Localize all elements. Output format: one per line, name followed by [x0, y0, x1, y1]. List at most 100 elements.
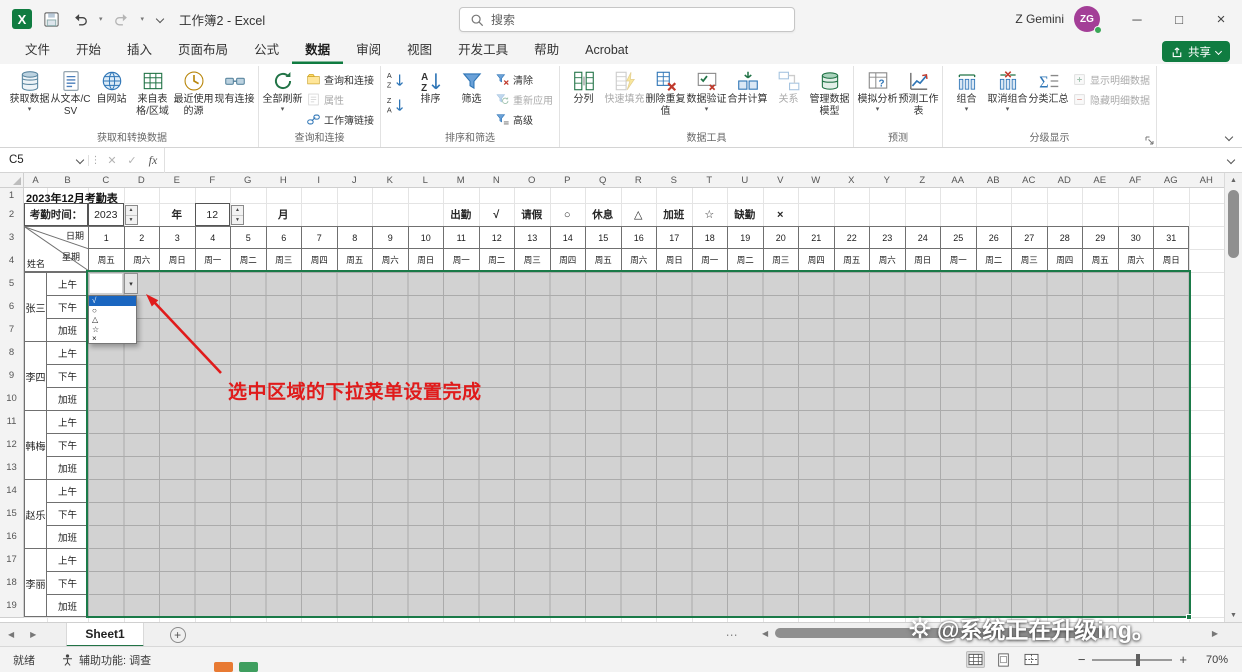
dropdown-option-2[interactable]: ○ [89, 306, 136, 316]
column-header-AB[interactable]: AB [975, 173, 1012, 188]
cell-date-13[interactable]: 13 [515, 227, 551, 249]
cell-shift-11[interactable]: 上午 [47, 411, 87, 434]
cell-weekday-7[interactable]: 周四 [302, 249, 338, 271]
existing-connections-button[interactable]: 现有连接 [214, 66, 255, 106]
workbook-links-button[interactable]: 工作簿链接 [303, 109, 377, 129]
cell-shift-6[interactable]: 下午 [47, 296, 87, 319]
name-box[interactable]: C5 [0, 148, 72, 173]
year-spinner[interactable]: ▲ ▼ [124, 204, 138, 225]
row-header-6[interactable]: 6 [0, 295, 24, 319]
name-box-dropdown-icon[interactable] [72, 155, 88, 165]
cell-date-30[interactable]: 30 [1118, 227, 1154, 249]
dropdown-option-4[interactable]: ☆ [89, 325, 136, 335]
cell-weekday-10[interactable]: 周日 [409, 249, 444, 271]
tab-view[interactable]: 视图 [394, 38, 445, 64]
cell-date-3[interactable]: 3 [160, 227, 196, 249]
column-header-K[interactable]: K [372, 173, 409, 188]
tab-review[interactable]: 审阅 [343, 38, 394, 64]
cell-weekday-16[interactable]: 周六 [622, 249, 657, 271]
cell-date-31[interactable]: 31 [1154, 227, 1188, 249]
advanced-filter-button[interactable]: 高级 [492, 109, 556, 129]
column-header-AC[interactable]: AC [1011, 173, 1048, 188]
column-header-I[interactable]: I [301, 173, 338, 188]
sheet-nav-left-icon[interactable]: ◀ [0, 630, 22, 639]
column-header-AE[interactable]: AE [1082, 173, 1119, 188]
cell-date-22[interactable]: 22 [834, 227, 870, 249]
cell-weekday-31[interactable]: 周日 [1154, 249, 1188, 271]
what-if-analysis-button[interactable]: ? 模拟分析 ▾ [857, 66, 898, 114]
cell-weekday-25[interactable]: 周一 [941, 249, 977, 271]
formula-bar-splitter[interactable]: ⋮ [88, 154, 102, 166]
row-header-8[interactable]: 8 [0, 341, 24, 365]
cell-date-25[interactable]: 25 [941, 227, 977, 249]
excel-logo-icon[interactable]: X [12, 9, 32, 29]
cell-shift-18[interactable]: 下午 [47, 572, 87, 595]
row-header-1[interactable]: 1 [0, 188, 24, 204]
hide-detail-button[interactable]: 隐藏明细数据 [1069, 89, 1153, 109]
row-header-19[interactable]: 19 [0, 594, 24, 618]
cell-weekday-13[interactable]: 周三 [515, 249, 551, 271]
cell-date-12[interactable]: 12 [479, 227, 515, 249]
cell-date-7[interactable]: 7 [302, 227, 338, 249]
cell-weekday-15[interactable]: 周五 [586, 249, 622, 271]
cell-shift-7[interactable]: 加班 [47, 319, 87, 342]
column-header-C[interactable]: C [88, 173, 125, 188]
tab-page-layout[interactable]: 页面布局 [165, 38, 241, 64]
row-header-17[interactable]: 17 [0, 548, 24, 572]
row-header-4[interactable]: 4 [0, 249, 24, 273]
cell-date-28[interactable]: 28 [1047, 227, 1083, 249]
cell-shift-19[interactable]: 加班 [47, 595, 87, 616]
vertical-scrollbar[interactable]: ▲ ▼ [1224, 173, 1242, 622]
month-spinner[interactable]: ▲ ▼ [231, 204, 244, 225]
scroll-down-icon[interactable]: ▼ [1225, 608, 1242, 622]
cell-date-4[interactable]: 4 [195, 227, 231, 249]
column-header-AG[interactable]: AG [1153, 173, 1190, 188]
cell-date-6[interactable]: 6 [266, 227, 302, 249]
undo-icon[interactable] [70, 9, 90, 29]
sheet-bar-more-icon[interactable]: ⋯ [726, 628, 738, 642]
tab-formulas[interactable]: 公式 [241, 38, 292, 64]
show-detail-button[interactable]: 显示明细数据 [1069, 69, 1153, 89]
column-header-AH[interactable]: AH [1188, 173, 1225, 188]
cell-shift-10[interactable]: 加班 [47, 388, 87, 411]
row-header-10[interactable]: 10 [0, 387, 24, 411]
cell-date-2[interactable]: 2 [124, 227, 160, 249]
from-table-range-button[interactable]: 来自表格/区域 [132, 66, 173, 117]
column-header-A[interactable]: A [24, 173, 48, 188]
scroll-left-icon[interactable]: ◀ [762, 629, 768, 638]
group-button[interactable]: 组合 ▾ [946, 66, 987, 114]
cell-date-21[interactable]: 21 [799, 227, 835, 249]
cell-employee-李丽[interactable]: 李丽 [25, 549, 47, 616]
cell-weekday-3[interactable]: 周日 [160, 249, 196, 271]
column-header-N[interactable]: N [478, 173, 515, 188]
column-header-U[interactable]: U [727, 173, 764, 188]
row-header-9[interactable]: 9 [0, 364, 24, 388]
cell-date-26[interactable]: 26 [976, 227, 1012, 249]
column-header-W[interactable]: W [798, 173, 835, 188]
scroll-up-icon[interactable]: ▲ [1225, 173, 1242, 187]
from-web-button[interactable]: 自网站 [91, 66, 132, 106]
column-header-Z[interactable]: Z [904, 173, 941, 188]
zoom-out-icon[interactable]: − [1078, 652, 1086, 667]
cell-shift-17[interactable]: 上午 [47, 549, 87, 572]
sheet-nav-right-icon[interactable]: ▶ [22, 630, 44, 639]
cell-shift-8[interactable]: 上午 [47, 342, 87, 365]
sort-descending-button[interactable]: ZA [386, 95, 408, 117]
row-header-7[interactable]: 7 [0, 318, 24, 342]
cell-weekday-6[interactable]: 周三 [267, 249, 302, 271]
cell-weekday-19[interactable]: 周二 [728, 249, 764, 271]
tab-file[interactable]: 文件 [12, 38, 63, 64]
new-sheet-button[interactable]: + [169, 626, 186, 643]
page-break-preview-icon[interactable] [1022, 651, 1041, 668]
cell-shift-12[interactable]: 下午 [47, 434, 87, 457]
cell-shift-13[interactable]: 加班 [47, 457, 87, 480]
cell-weekday-5[interactable]: 周二 [231, 249, 267, 271]
data-validation-button[interactable]: 数据验证 ▾ [686, 66, 727, 114]
column-header-P[interactable]: P [549, 173, 586, 188]
tab-help[interactable]: 帮助 [521, 38, 572, 64]
column-header-E[interactable]: E [159, 173, 196, 188]
column-header-Y[interactable]: Y [869, 173, 906, 188]
cell-weekday-4[interactable]: 周一 [196, 249, 231, 271]
cell-weekday-30[interactable]: 周六 [1119, 249, 1154, 271]
row-header-15[interactable]: 15 [0, 502, 24, 526]
